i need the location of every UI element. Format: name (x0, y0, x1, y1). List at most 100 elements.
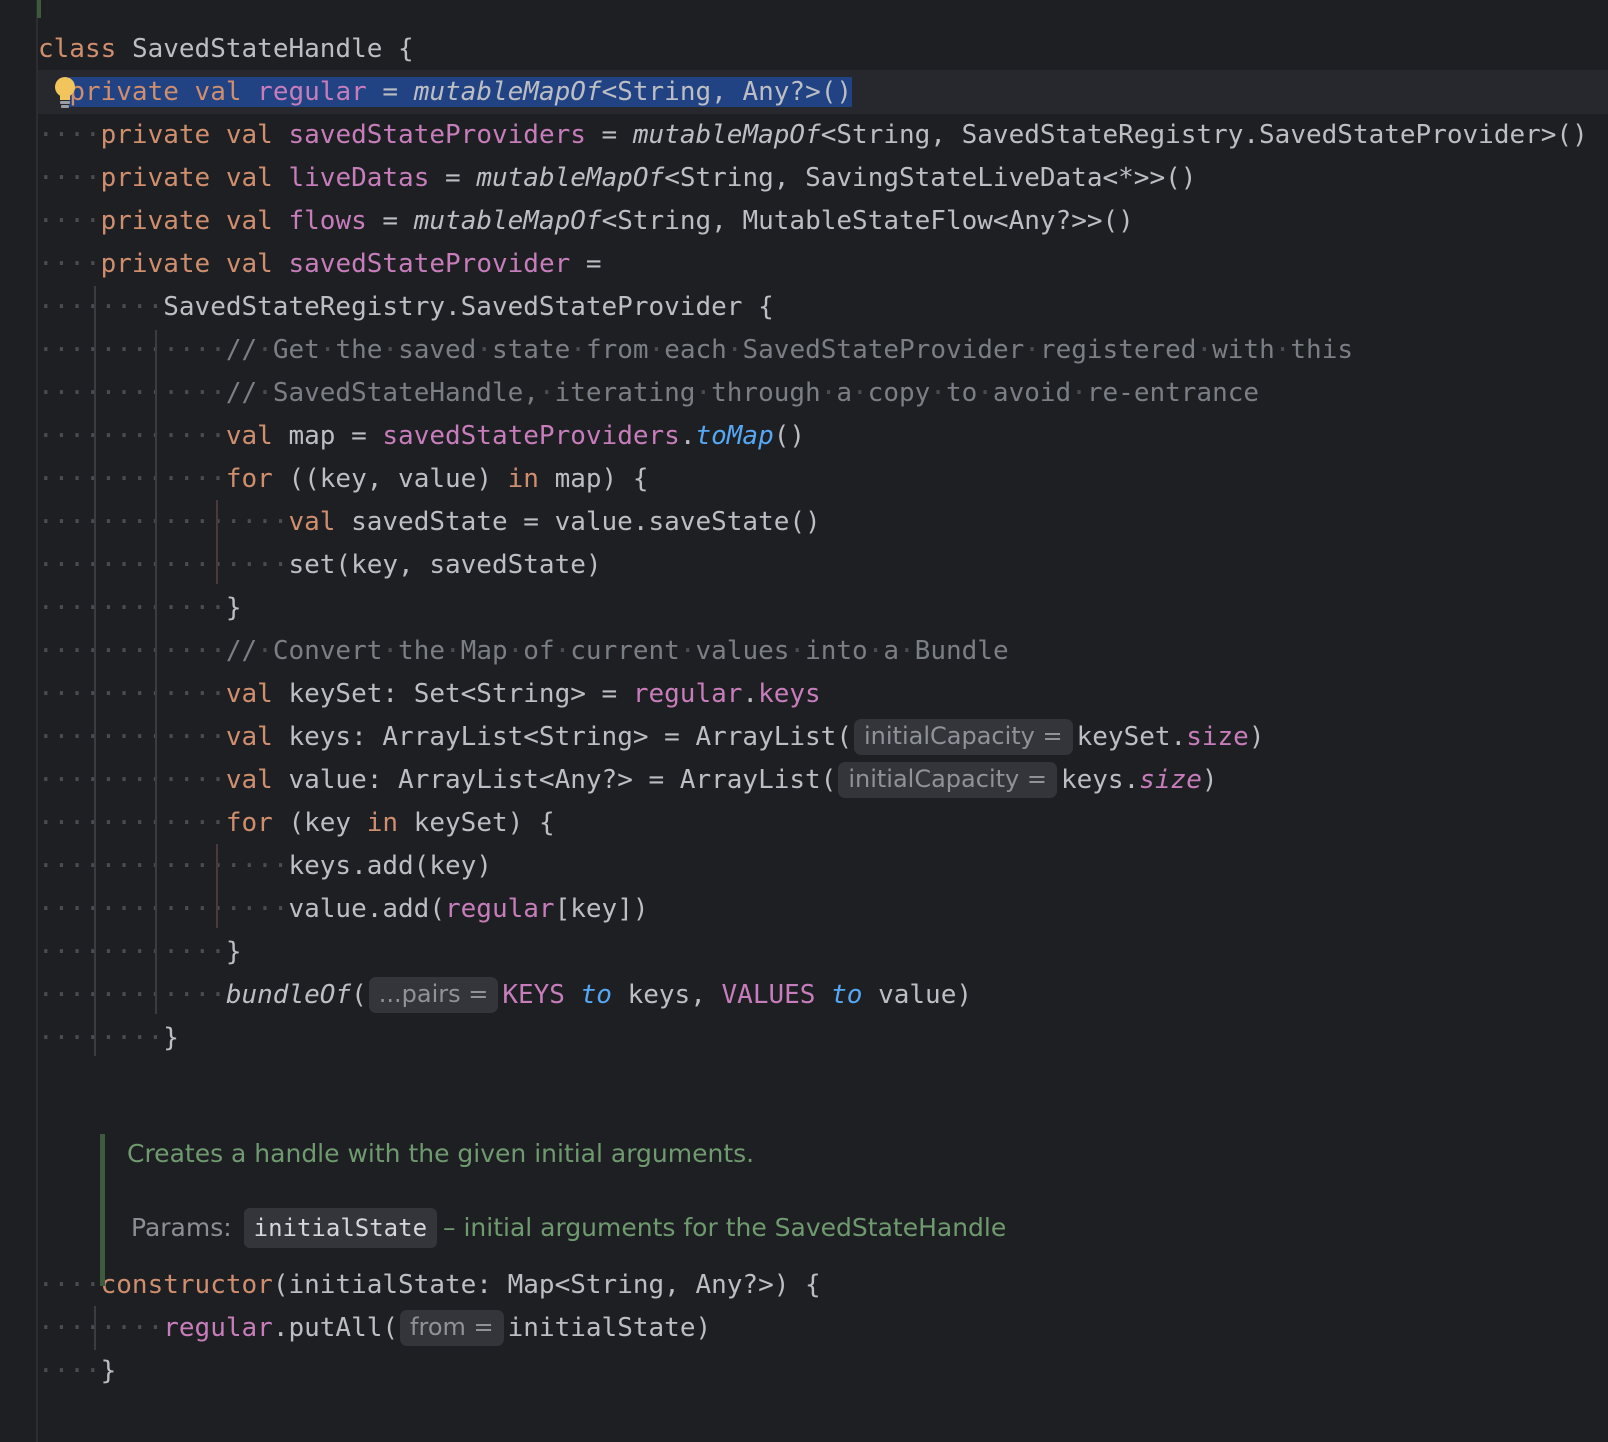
whitespace-marker (273, 679, 289, 709)
code-token: the (398, 636, 446, 666)
code-line[interactable]: ········} (38, 1016, 1608, 1060)
code-line[interactable]: class SavedStateHandle { (38, 27, 1608, 71)
whitespace-marker (523, 808, 539, 838)
code-token: MutableStateFlow<Any?>>() (742, 206, 1134, 236)
code-token: value) (398, 464, 492, 494)
code-token: KEYS (502, 980, 565, 1010)
code-token: Any?>() (742, 77, 853, 107)
whitespace-marker (116, 34, 132, 64)
code-line[interactable]: ········SavedStateRegistry.SavedStatePro… (38, 285, 1608, 329)
code-token: } (225, 593, 242, 623)
whitespace-marker: ············ (38, 378, 226, 408)
code-token: SavedStateProvider (742, 335, 1025, 365)
code-token: mutableMapOf (632, 120, 821, 150)
code-token: liveDatas (288, 163, 430, 193)
whitespace-marker: · (1196, 335, 1213, 365)
code-token: keys. (1060, 765, 1140, 795)
whitespace-marker: · (695, 378, 712, 408)
whitespace-marker (273, 808, 289, 838)
code-line[interactable]: ············//·Convert·the·Map·of·curren… (38, 629, 1608, 673)
code-token: private (100, 206, 211, 236)
code-token: copy (867, 378, 931, 408)
code-token: mutableMapOf (413, 77, 602, 107)
code-token: state (492, 335, 571, 365)
code-line[interactable]: ············for (key in keySet) { (38, 801, 1608, 845)
code-line[interactable]: ············val map = savedStateProvider… (38, 414, 1608, 458)
code-line[interactable]: ············for ((key, value) in map) { (38, 457, 1608, 501)
whitespace-marker: · (852, 378, 868, 408)
code-token: keySet. (1076, 722, 1187, 752)
whitespace-marker: ············ (38, 937, 226, 967)
whitespace-marker: ········ (38, 1023, 164, 1053)
code-line[interactable]: ········regular.putAll(from = initialStat… (38, 1306, 1608, 1350)
rendered-doc-comment[interactable]: Creates a handle with the given initial … (100, 1134, 1505, 1286)
code-token: val (225, 421, 273, 451)
code-token: keys (758, 679, 821, 709)
lightbulb-icon[interactable] (52, 76, 78, 110)
whitespace-marker: · (679, 636, 696, 666)
whitespace-marker: ············ (38, 808, 226, 838)
code-token: VALUES (721, 980, 816, 1010)
whitespace-marker: · (507, 636, 524, 666)
code-line[interactable]: ················set(key, savedState) (38, 543, 1608, 587)
code-token: } (225, 937, 242, 967)
whitespace-marker: · (445, 636, 461, 666)
code-line[interactable]: ············} (38, 586, 1608, 630)
doc-params: Params: initialState – initial arguments … (131, 1208, 1006, 1248)
whitespace-marker (273, 722, 289, 752)
parameter-hint: ...pairs = (368, 977, 499, 1013)
code-token: SavedStateRegistry.SavedStateProvider (163, 292, 743, 322)
whitespace-marker (210, 163, 226, 193)
code-line[interactable]: ············bundleOf(...pairs = KEYS to k… (38, 973, 1608, 1017)
code-line[interactable]: private val regular = mutableMapOf<Strin… (38, 70, 1608, 114)
whitespace-marker: · (476, 335, 492, 365)
whitespace-marker: · (257, 335, 273, 365)
code-token: { (538, 808, 555, 838)
code-token: savedState = value.saveState() (351, 507, 821, 537)
code-line[interactable]: ············} (38, 930, 1608, 974)
whitespace-marker: ···· (38, 206, 101, 236)
code-token: [key]) (554, 894, 649, 924)
code-line[interactable]: ····private val liveDatas = mutableMapOf… (38, 156, 1608, 200)
code-token: savedStateProviders (382, 421, 680, 451)
code-line[interactable]: ············val keys: ArrayList<String> … (38, 715, 1608, 759)
whitespace-marker: · (1071, 378, 1087, 408)
code-line[interactable]: ················keys.add(key) (38, 844, 1608, 888)
whitespace-marker (351, 808, 367, 838)
code-token: with (1212, 335, 1275, 365)
code-line[interactable]: ················value.add(regular[key]) (38, 887, 1608, 931)
code-token: val (225, 722, 273, 752)
code-token: through (711, 378, 821, 408)
whitespace-marker: · (257, 636, 273, 666)
code-token: regular (632, 679, 743, 709)
code-token: val (225, 163, 273, 193)
code-token: private (100, 163, 211, 193)
whitespace-marker: ············ (38, 593, 226, 623)
code-line[interactable]: ············val value: ArrayList<Any?> =… (38, 758, 1608, 802)
indent-guide (216, 844, 218, 928)
code-line[interactable]: ············//·SavedStateHandle,·iterati… (38, 371, 1608, 415)
indent-guide (94, 1306, 96, 1350)
code-token: // (225, 335, 258, 365)
code-line[interactable]: ············val keySet: Set<String> = re… (38, 672, 1608, 716)
whitespace-marker: ········ (38, 292, 164, 322)
code-token: class (38, 34, 117, 64)
code-line[interactable]: ····private val savedStateProviders = mu… (38, 113, 1608, 157)
whitespace-marker (382, 464, 398, 494)
code-line[interactable]: ····private val flows = mutableMapOf<Str… (38, 199, 1608, 243)
whitespace-marker (242, 77, 258, 107)
code-token: value) (878, 980, 972, 1010)
code-token: val (225, 765, 273, 795)
whitespace-marker (382, 34, 398, 64)
code-token: <String, (820, 120, 946, 150)
code-token: iterating (554, 378, 696, 408)
code-line[interactable]: ················val savedState = value.s… (38, 500, 1608, 544)
code-token: size (1186, 722, 1249, 752)
code-token: // (225, 636, 258, 666)
code-line[interactable]: ············//·Get·the·saved·state·from·… (38, 328, 1608, 372)
code-line[interactable]: ····} (38, 1349, 1608, 1393)
code-line[interactable]: ····private val savedStateProvider = (38, 242, 1608, 286)
code-token: = (429, 163, 477, 193)
code-token: = (366, 77, 414, 107)
code-token: to (580, 980, 612, 1010)
